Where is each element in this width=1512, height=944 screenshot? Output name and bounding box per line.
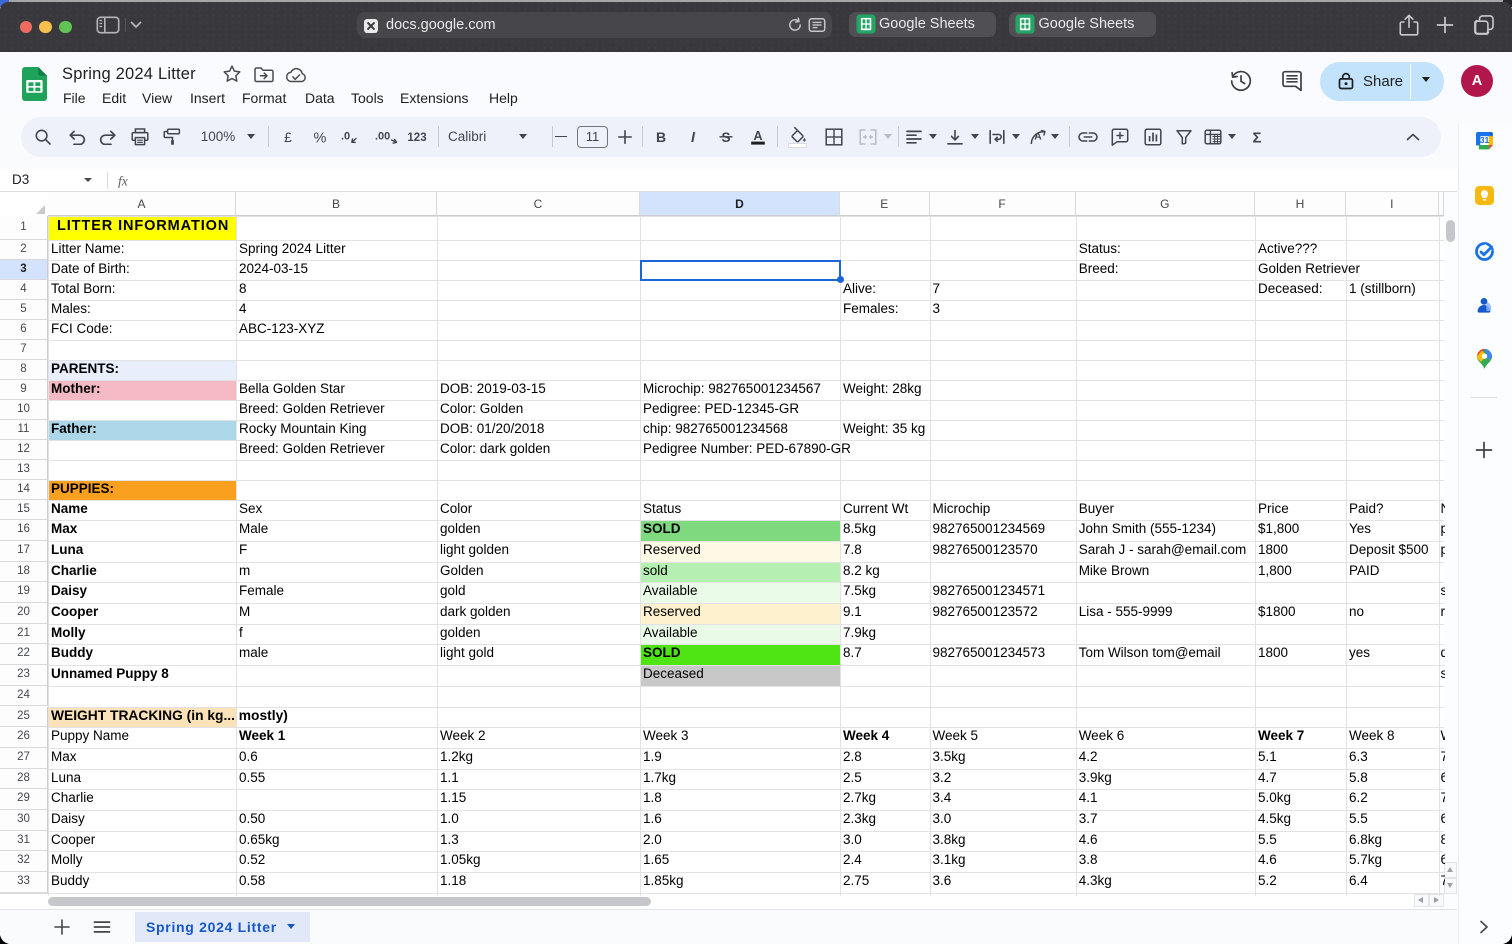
svg-text:%: %: [314, 130, 327, 144]
svg-text:Σ: Σ: [1252, 129, 1261, 145]
svg-text:31: 31: [1480, 136, 1490, 145]
svg-text:A: A: [753, 129, 762, 143]
svg-text:B: B: [656, 129, 666, 144]
svg-text:123: 123: [407, 132, 426, 144]
svg-text:.0: .0: [341, 130, 350, 142]
svg-text:£: £: [284, 129, 292, 144]
svg-text:fx: fx: [118, 174, 128, 188]
svg-text:.00: .00: [375, 130, 390, 142]
svg-text:I: I: [691, 130, 696, 144]
